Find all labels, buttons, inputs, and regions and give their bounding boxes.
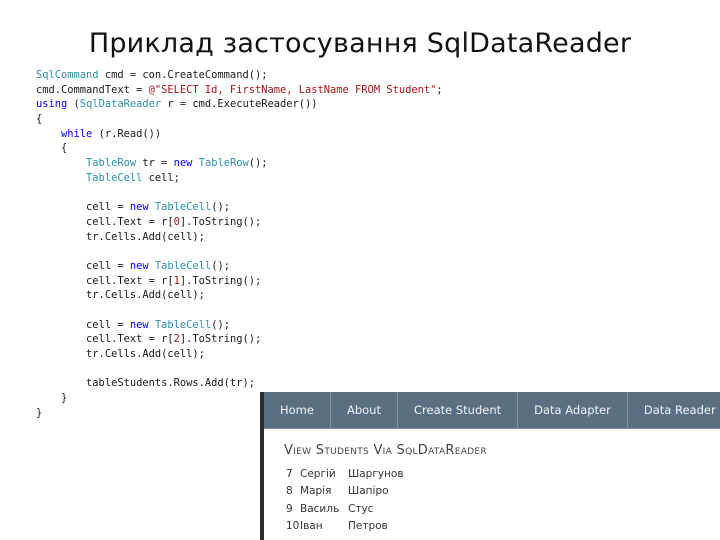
student-first-name: Сергій [300, 467, 336, 480]
code-line: cell.Text = r[1].ToString(); [36, 274, 443, 289]
student-row: 9 Василь Стус [286, 500, 720, 518]
code-token: SqlCommand [36, 69, 99, 81]
code-line: cmd.CommandText = @"SELECT Id, FirstName… [36, 83, 443, 98]
student-last-name: Петров [348, 520, 388, 533]
navbar: Home About Create Student Data Adapter D… [264, 392, 720, 429]
code-token: TableRow [198, 157, 249, 170]
code-token: cell = [36, 259, 130, 272]
code-token: new [129, 318, 149, 331]
nav-about[interactable]: About [331, 392, 398, 428]
code-line: tr.Cells.Add(cell); [36, 347, 443, 362]
code-line: { [36, 141, 443, 156]
code-token: ; [436, 83, 443, 96]
code-token: cell = [36, 201, 130, 214]
nav-home[interactable]: Home [264, 392, 331, 428]
code-token: (); [248, 157, 268, 170]
slide-title: Приклад застосування SqlDataReader [88, 28, 632, 59]
code-token: TableRow [86, 157, 137, 170]
student-last-name: Шапіро [348, 485, 389, 498]
code-line: TableRow tr = new TableRow(); [36, 156, 443, 171]
code-token: new [129, 259, 149, 272]
code-token: r = cmd.ExecuteReader()) [161, 98, 318, 111]
code-token: (); [211, 318, 230, 331]
code-token: cell.Text = r[ [36, 215, 174, 228]
code-token: cmd = con.CreateCommand(); [98, 69, 268, 81]
code-token: cmd.CommandText = [36, 83, 149, 96]
code-token: } [36, 406, 43, 419]
student-row: 10 Іван Петров [286, 518, 720, 536]
code-line: tr.Cells.Add(cell); [36, 230, 443, 245]
code-token: cell = [36, 318, 130, 331]
page-heading: View Students Via SqlDataReader [284, 443, 487, 458]
code-token: ( [67, 98, 80, 111]
code-line: cell.Text = r[0].ToString(); [36, 215, 443, 230]
code-token: new [173, 157, 193, 170]
code-token: @"SELECT Id, FirstName, LastName FROM St… [148, 83, 437, 96]
student-row: 7 Сергій Шаргунов [286, 465, 720, 483]
code-token: new [129, 201, 149, 214]
code-line: cell.Text = r[2].ToString(); [36, 332, 443, 347]
code-token: tr.Cells.Add(cell); [36, 230, 205, 243]
nav-create-student[interactable]: Create Student [398, 392, 519, 428]
code-line: { [36, 112, 443, 127]
code-token: cell.Text = r[ [36, 333, 174, 346]
student-first-name: Марія [300, 485, 332, 498]
student-list: 7 Сергій Шаргунов 8 Марія Шапіро 9 Васил… [286, 465, 720, 535]
code-line: cell = new TableCell(); [36, 200, 443, 215]
code-token: (r.Read()) [92, 127, 162, 140]
code-line: tr.Cells.Add(cell); [36, 288, 443, 303]
code-token: using [36, 98, 68, 111]
student-id: 10 [286, 520, 300, 533]
student-row: 8 Марія Шапіро [286, 483, 720, 501]
student-last-name: Шаргунов [348, 467, 404, 480]
code-token: (); [211, 201, 230, 214]
code-block: SqlCommand cmd = con.CreateCommand(); cmd… [36, 68, 443, 421]
code-token: TableCell [86, 171, 143, 184]
nav-data-reader[interactable]: Data Reader [628, 392, 720, 428]
code-token: TableCell [154, 318, 212, 331]
code-token: { [36, 113, 43, 126]
code-token: SqlDataReader [79, 98, 162, 111]
student-first-name: Василь [300, 502, 340, 515]
student-id: 8 [286, 485, 293, 498]
code-token: cell.Text = r[ [36, 274, 174, 287]
code-line: TableCell cell; [36, 171, 443, 186]
code-token: tableStudents.Rows.Add(tr); [36, 377, 255, 390]
code-token: cell; [142, 171, 180, 184]
code-token: ].ToString(); [179, 274, 262, 287]
nav-data-adapter[interactable]: Data Adapter [518, 392, 628, 428]
student-id: 7 [286, 467, 293, 480]
code-token: tr.Cells.Add(cell); [36, 348, 205, 361]
code-line: cell = new TableCell(); [36, 259, 443, 274]
code-token: tr.Cells.Add(cell); [36, 289, 205, 302]
app-screenshot: Home About Create Student Data Adapter D… [260, 392, 720, 540]
code-token: ].ToString(); [179, 215, 262, 228]
code-token: TableCell [154, 201, 212, 214]
code-line: SqlCommand cmd = con.CreateCommand(); [36, 68, 443, 83]
student-first-name: Іван [300, 520, 323, 533]
code-line: cell = new TableCell(); [36, 318, 443, 333]
code-token: tr = [136, 157, 174, 170]
code-line: using (SqlDataReader r = cmd.ExecuteRead… [36, 97, 443, 112]
code-line: while (r.Read()) [36, 127, 443, 142]
student-id: 9 [286, 502, 293, 515]
student-last-name: Стус [348, 502, 374, 515]
code-token: while [61, 127, 93, 140]
code-token: { [36, 142, 68, 155]
code-token: ].ToString(); [179, 333, 262, 346]
code-token: TableCell [154, 259, 212, 272]
code-token: (); [211, 259, 230, 272]
code-line: tableStudents.Rows.Add(tr); [36, 376, 443, 391]
code-token: } [36, 392, 68, 405]
